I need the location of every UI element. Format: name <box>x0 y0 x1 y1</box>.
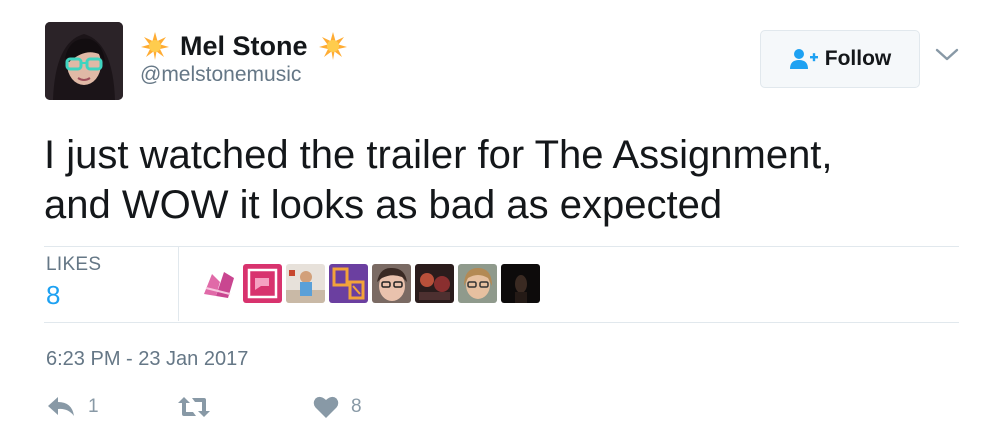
heart-icon <box>313 396 339 418</box>
liker-avatar[interactable] <box>286 264 325 303</box>
likes-label: LIKES <box>46 254 102 275</box>
liker-avatar[interactable] <box>200 264 239 303</box>
author-handle[interactable]: @melstonemusic <box>140 63 301 87</box>
likes-count[interactable]: 8 <box>46 280 60 311</box>
liker-avatar[interactable] <box>415 264 454 303</box>
liker-avatar[interactable] <box>243 264 282 303</box>
reply-icon <box>48 397 74 416</box>
avatar[interactable] <box>45 22 123 100</box>
tweet-timestamp[interactable]: 6:23 PM - 23 Jan 2017 <box>46 348 248 371</box>
reply-button[interactable]: 1 <box>46 395 99 419</box>
liker-avatar[interactable] <box>372 264 411 303</box>
like-button[interactable]: 8 <box>313 395 362 419</box>
divider <box>44 246 959 247</box>
star-sun-icon <box>318 31 348 61</box>
author-name-row[interactable]: Mel Stone <box>140 26 348 66</box>
chevron-down-icon[interactable] <box>934 46 960 64</box>
like-count: 8 <box>351 396 362 417</box>
follow-button-label: Follow <box>824 47 892 70</box>
liker-avatars <box>200 264 540 303</box>
reply-count: 1 <box>88 396 99 417</box>
tweet-text: I just watched the trailer for The Assig… <box>44 130 964 230</box>
follow-button[interactable]: Follow <box>760 30 920 88</box>
author-name: Mel Stone <box>180 30 308 61</box>
retweet-button[interactable] <box>177 395 223 419</box>
divider <box>44 322 959 323</box>
liker-avatar[interactable] <box>458 264 497 303</box>
star-sun-icon <box>140 31 170 61</box>
retweet-icon <box>178 397 210 417</box>
follow-user-plus-icon <box>789 49 818 69</box>
liker-avatar[interactable] <box>329 264 368 303</box>
tweet-text-line: I just watched the trailer for The Assig… <box>44 133 833 177</box>
stats-divider <box>178 247 179 321</box>
tweet-text-line: and WOW it looks as bad as expected <box>44 183 723 227</box>
liker-avatar[interactable] <box>501 264 540 303</box>
